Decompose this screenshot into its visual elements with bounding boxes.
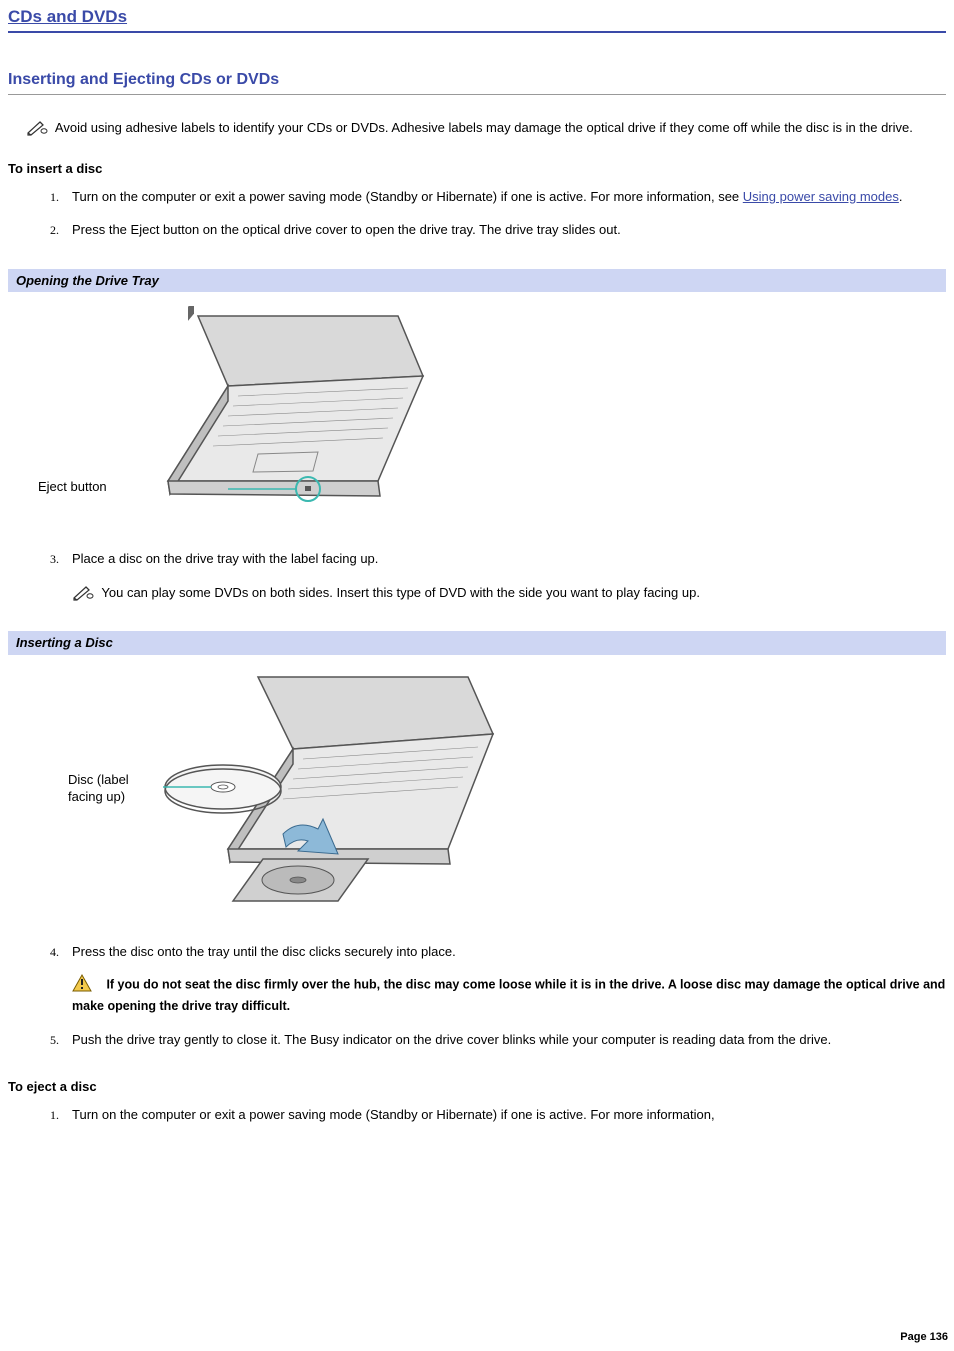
step-1-text-post: .: [899, 189, 903, 204]
laptop-open-tray-illustration: Eject button: [88, 306, 428, 516]
warning-triangle-icon: [72, 974, 92, 997]
step-4-warn-block: If you do not seat the disc firmly over …: [72, 974, 946, 1014]
note-text: Avoid using adhesive labels to identify …: [55, 120, 913, 135]
page-title: CDs and DVDs: [8, 6, 946, 33]
insert-steps-list: Turn on the computer or exit a power sav…: [8, 188, 946, 239]
note-block: Avoid using adhesive labels to identify …: [8, 119, 946, 137]
step-5: Push the drive tray gently to close it. …: [62, 1031, 946, 1049]
eject-steps-list: Turn on the computer or exit a power sav…: [8, 1106, 946, 1124]
step-3-text: Place a disc on the drive tray with the …: [72, 551, 378, 566]
step-4-text: Press the disc onto the tray until the d…: [72, 944, 456, 959]
step-2: Press the Eject button on the optical dr…: [62, 221, 946, 239]
step-3-note-text: You can play some DVDs on both sides. In…: [101, 585, 700, 600]
note-pencil-icon: [72, 585, 94, 601]
figure-2-body: Disc (label facing up): [8, 655, 946, 943]
step-1: Turn on the computer or exit a power sav…: [62, 188, 946, 206]
section-title: Inserting and Ejecting CDs or DVDs: [8, 69, 946, 95]
eject-step-1: Turn on the computer or exit a power sav…: [62, 1106, 946, 1124]
step-4: Press the disc onto the tray until the d…: [62, 943, 946, 1015]
figure-1-label: Eject button: [38, 478, 107, 496]
laptop-insert-disc-illustration: Disc (label facing up): [68, 669, 498, 909]
figure-2-label: Disc (label facing up): [68, 771, 148, 806]
page-number: Page 136: [900, 1330, 948, 1345]
insert-steps-list-cont2: Press the disc onto the tray until the d…: [8, 943, 946, 1049]
step-3-note-block: You can play some DVDs on both sides. In…: [72, 584, 946, 602]
figure-1-body: Eject button: [8, 292, 946, 550]
insert-heading: To insert a disc: [8, 160, 946, 178]
note-pencil-icon: [26, 120, 48, 136]
step-3: Place a disc on the drive tray with the …: [62, 550, 946, 601]
step-1-text-pre: Turn on the computer or exit a power sav…: [72, 189, 743, 204]
figure-2-caption: Inserting a Disc: [8, 631, 946, 655]
insert-steps-list-cont: Place a disc on the drive tray with the …: [8, 550, 946, 601]
eject-heading: To eject a disc: [8, 1078, 946, 1096]
figure-1-caption: Opening the Drive Tray: [8, 269, 946, 293]
step-4-warn-text: If you do not seat the disc firmly over …: [72, 978, 945, 1013]
power-saving-link[interactable]: Using power saving modes: [743, 189, 899, 204]
